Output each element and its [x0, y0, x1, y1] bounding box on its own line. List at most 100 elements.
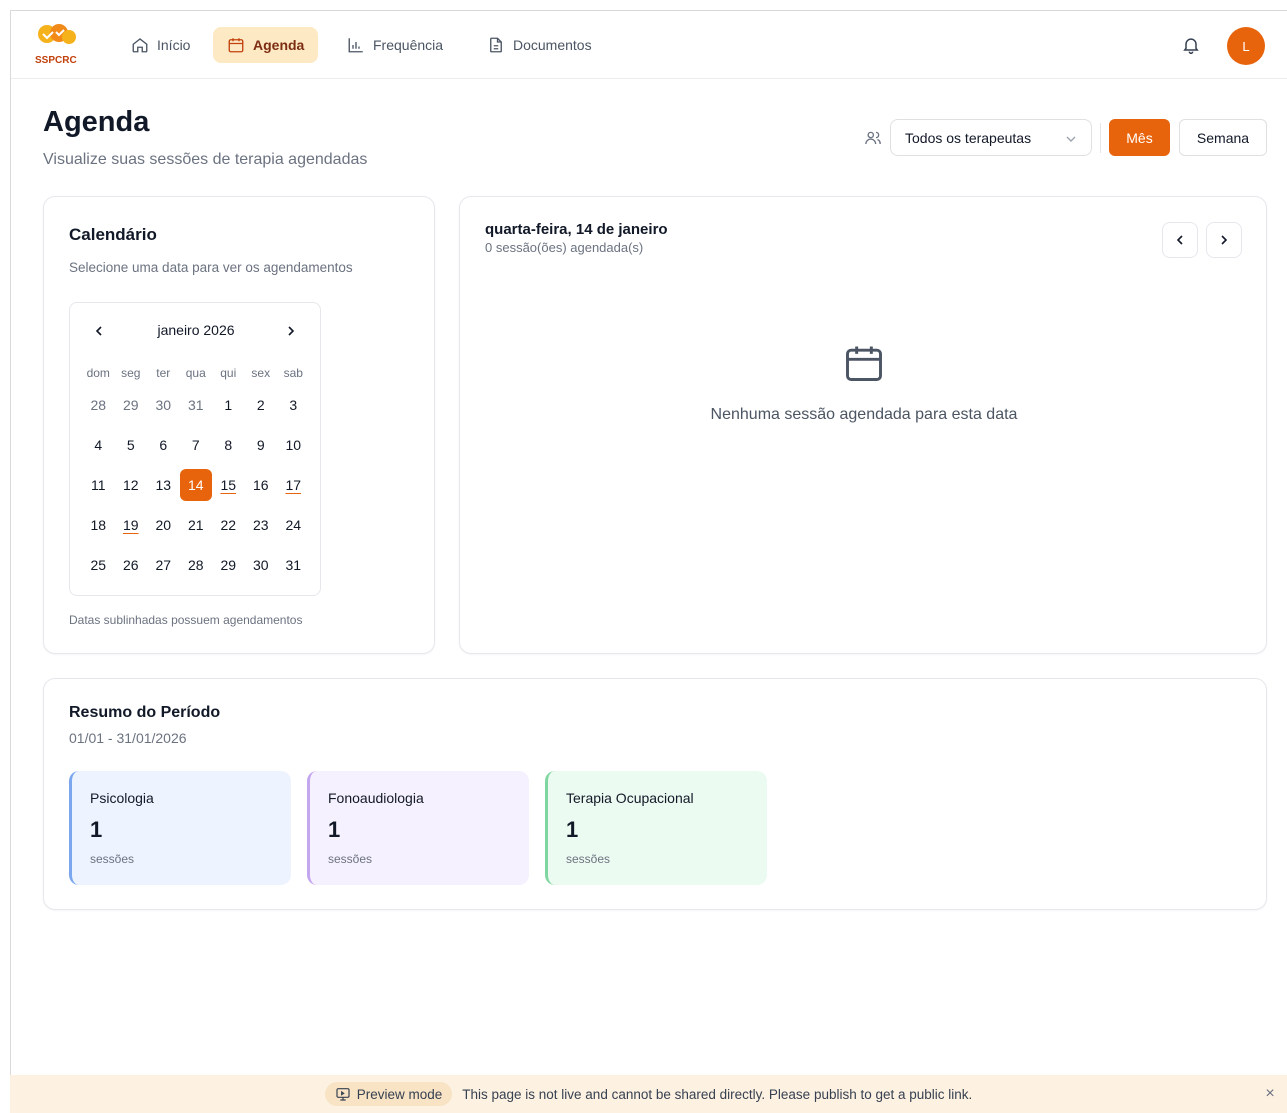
calendar-day[interactable]: 3	[277, 385, 310, 425]
next-month-button[interactable]	[279, 319, 303, 343]
calendar-day[interactable]: 18	[82, 505, 115, 545]
calendar-day-label: 10	[285, 437, 302, 453]
calendar-grid: dom seg ter qua qui sex sab 28 29 30 31 1 2 3 4…	[82, 361, 310, 585]
calendar-day[interactable]: 2	[245, 385, 278, 425]
logo-text: SSPCRC	[35, 55, 77, 66]
weekday-label: sab	[283, 366, 303, 380]
therapist-select-value: Todos os terapeutas	[905, 129, 1032, 146]
therapist-select[interactable]: Todos os terapeutas	[890, 119, 1092, 156]
bell-icon[interactable]	[1181, 35, 1201, 55]
calendar-day[interactable]: 25	[82, 545, 115, 585]
calendar-day[interactable]: 21	[180, 505, 213, 545]
calendar-day[interactable]: 28	[82, 385, 115, 425]
calendar-day[interactable]: 30	[245, 545, 278, 585]
calendar-day[interactable]: 24	[277, 505, 310, 545]
calendar-description: Selecione uma data para ver os agendamen…	[69, 260, 353, 275]
calendar-day[interactable]: 7	[180, 425, 213, 465]
chevron-down-icon	[1066, 136, 1076, 142]
close-icon[interactable]: ×	[1261, 1085, 1279, 1103]
calendar-day-label: 31	[285, 557, 302, 573]
stat-unit: sessões	[90, 852, 135, 866]
calendar-day[interactable]: 28	[180, 545, 213, 585]
calendar-day-label: 5	[126, 437, 135, 453]
calendar-day[interactable]: 5	[115, 425, 148, 465]
page-title: Agenda	[43, 106, 150, 138]
calendar-day[interactable]: 20	[147, 505, 180, 545]
empty-state-message: Nenhuma sessão agendada para esta data	[710, 406, 1018, 423]
month-view-button[interactable]: Mês	[1109, 119, 1170, 156]
calendar-day-label: 14	[179, 469, 212, 501]
calendar-day[interactable]: 29	[212, 545, 245, 585]
calendar-day[interactable]: 29	[115, 385, 148, 425]
home-icon	[132, 38, 148, 53]
week-view-button[interactable]: Semana	[1179, 119, 1267, 156]
calendar-day[interactable]: 13	[147, 465, 180, 505]
calendar-day-label: 20	[155, 517, 172, 533]
calendar-day[interactable]: 10	[277, 425, 310, 465]
summary-title: Resumo do Período	[69, 704, 221, 721]
stat-card-terapia-ocupacional: Terapia Ocupacional 1 sessões	[545, 771, 767, 885]
calendar-day[interactable]: 31	[180, 385, 213, 425]
stat-value: 1	[328, 817, 341, 842]
calendar-day[interactable]: 9	[245, 425, 278, 465]
stat-name: Terapia Ocupacional	[566, 790, 694, 806]
calendar-day-label: 11	[90, 477, 106, 493]
calendar-day[interactable]: 19	[115, 505, 148, 545]
monitor-icon	[336, 1088, 350, 1101]
calendar-card: Calendário Selecione uma data para ver o…	[43, 196, 435, 654]
preview-mode-pill: Preview mode	[324, 1082, 453, 1106]
calendar-day[interactable]: 15	[212, 465, 245, 505]
calendar-day-label: 29	[220, 557, 237, 573]
nav-item-label: Agenda	[253, 37, 305, 53]
previous-day-button[interactable]	[1162, 222, 1198, 258]
weekday-header: dom seg ter qua qui sex sab	[82, 361, 310, 385]
calendar-day-label: 3	[289, 397, 298, 413]
stat-card-psicologia: Psicologia 1 sessões	[69, 771, 291, 885]
calendar-day[interactable]: 17	[277, 465, 310, 505]
calendar-day-label: 28	[90, 397, 107, 413]
stat-unit: sessões	[566, 852, 611, 866]
calendar-day-label: 19	[122, 517, 139, 533]
summary-range: 01/01 - 31/01/2026	[69, 730, 187, 746]
calendar-day[interactable]: 8	[212, 425, 245, 465]
nav-item-agenda[interactable]: Agenda	[213, 27, 319, 63]
nav-item-documentos[interactable]: Documentos	[473, 27, 606, 63]
period-summary-card: Resumo do Período 01/01 - 31/01/2026 Psi…	[43, 678, 1267, 910]
next-day-button[interactable]	[1206, 222, 1242, 258]
app-window: SSPCRC Início Agenda Frequência Document…	[10, 10, 1287, 1113]
top-navbar: SSPCRC Início Agenda Frequência Document…	[11, 11, 1287, 79]
calendar-day[interactable]: 12	[115, 465, 148, 505]
weekday-label: qui	[220, 366, 237, 380]
brand-logo[interactable]: SSPCRC	[33, 23, 83, 67]
calendar-day-label: 18	[90, 517, 107, 533]
chevron-left-icon	[1176, 235, 1183, 245]
calendar-day[interactable]: 30	[147, 385, 180, 425]
preview-message: This page is not live and cannot be shar…	[462, 1086, 973, 1102]
calendar-day[interactable]: 11	[82, 465, 115, 505]
calendar-day-label: 21	[187, 517, 204, 533]
calendar-day[interactable]: 4	[82, 425, 115, 465]
calendar-day[interactable]: 31	[277, 545, 310, 585]
calendar-day[interactable]: 22	[212, 505, 245, 545]
user-avatar[interactable]: L	[1227, 27, 1265, 65]
calendar-day-label: 7	[191, 437, 200, 453]
calendar-day[interactable]: 14	[179, 465, 213, 505]
calendar-day[interactable]: 23	[245, 505, 278, 545]
nav-item-inicio[interactable]: Início	[117, 27, 204, 63]
calendar-day[interactable]: 6	[147, 425, 180, 465]
stat-value: 1	[566, 817, 579, 842]
weekday-label: sex	[251, 366, 271, 380]
document-icon	[490, 37, 502, 53]
users-icon	[865, 131, 881, 145]
calendar-day[interactable]: 16	[245, 465, 278, 505]
calendar-day[interactable]: 27	[147, 545, 180, 585]
calendar-day[interactable]: 26	[115, 545, 148, 585]
nav-item-frequencia[interactable]: Frequência	[333, 27, 457, 63]
calendar-day[interactable]: 1	[212, 385, 245, 425]
calendar-day-label: 22	[220, 517, 237, 533]
calendar-week: 25 26 27 28 29 30 31	[82, 545, 310, 585]
calendar-week: 11 12 13 14 15 16 17	[82, 465, 310, 505]
mini-calendar: janeiro 2026 dom seg ter qua qui sex sab…	[69, 302, 321, 596]
calendar-day-label: 6	[159, 437, 168, 453]
calendar-day-label: 30	[252, 557, 269, 573]
